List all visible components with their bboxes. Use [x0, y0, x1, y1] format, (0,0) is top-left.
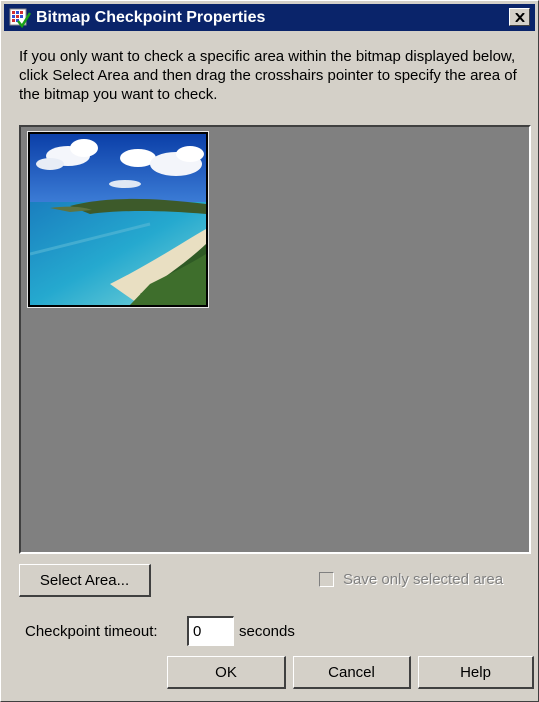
help-button[interactable]: Help — [418, 656, 534, 689]
checkpoint-timeout-label: Checkpoint timeout: — [25, 623, 158, 640]
save-selected-area-label: Save only selected area — [343, 571, 504, 588]
select-area-button[interactable]: Select Area... — [19, 564, 151, 597]
window-title: Bitmap Checkpoint Properties — [36, 8, 266, 26]
checkpoint-grid-icon — [9, 8, 31, 28]
close-button[interactable] — [509, 8, 530, 26]
cancel-button[interactable]: Cancel — [293, 656, 411, 689]
save-selected-area-checkbox[interactable] — [319, 572, 334, 587]
close-icon — [514, 12, 525, 22]
beach-bay-photo — [30, 134, 206, 305]
bitmap-preview-area[interactable] — [19, 125, 531, 554]
ok-button[interactable]: OK — [167, 656, 286, 689]
title-bar[interactable]: Bitmap Checkpoint Properties — [4, 4, 535, 31]
instructions-text: If you only want to check a specific are… — [19, 48, 517, 103]
checkpoint-timeout-input[interactable] — [187, 616, 234, 646]
save-selected-area-option[interactable]: Save only selected area — [319, 571, 503, 588]
bitmap-thumbnail[interactable] — [27, 131, 209, 308]
dialog-window: Bitmap Checkpoint Properties If you only… — [0, 0, 539, 702]
seconds-label: seconds — [239, 623, 295, 640]
